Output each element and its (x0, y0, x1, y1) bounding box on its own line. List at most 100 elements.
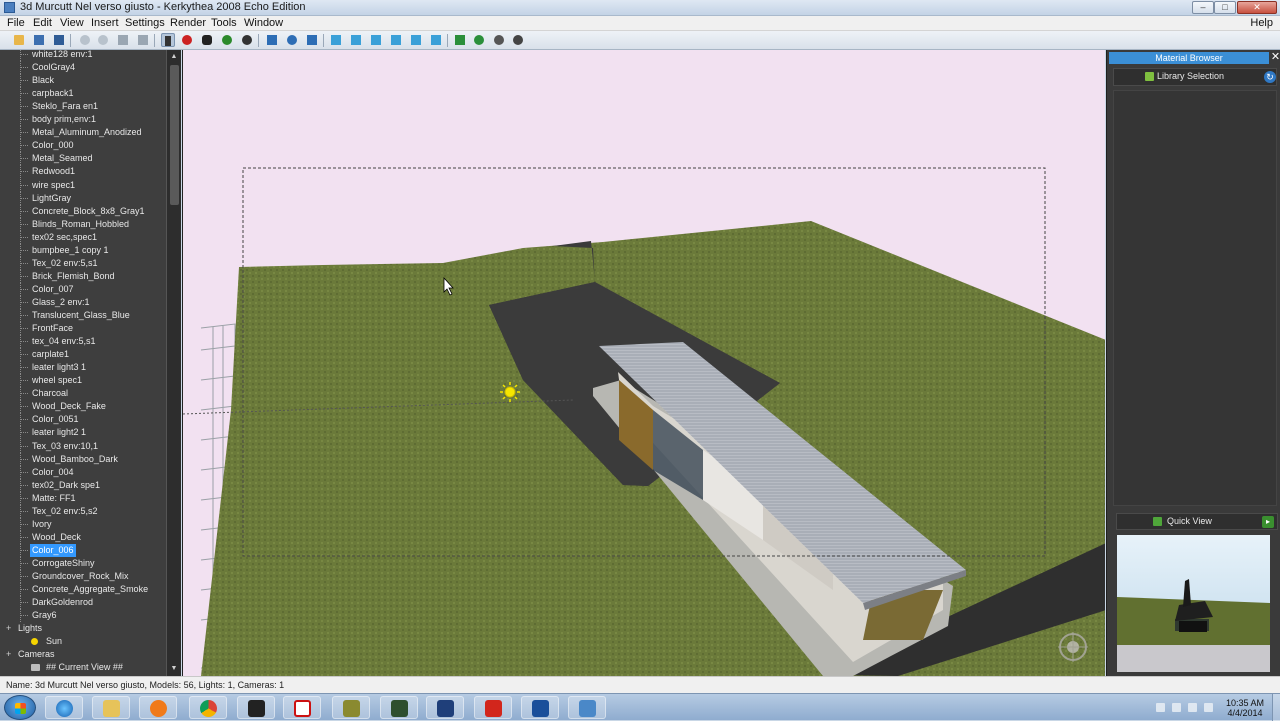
scroll-down-arrow-icon[interactable]: ▼ (169, 664, 179, 674)
internet-explorer-icon[interactable] (45, 696, 83, 719)
material-item[interactable]: wheel spec1 (0, 374, 166, 387)
cut-icon[interactable] (116, 33, 130, 47)
material-item-label[interactable]: Concrete_Aggregate_Smoke (30, 583, 150, 596)
material-item-label[interactable]: carplate1 (30, 348, 71, 361)
material-item[interactable]: DarkGoldenrod (0, 596, 166, 609)
material-item[interactable]: Concrete_Block_8x8_Gray1 (0, 205, 166, 218)
material-item-label[interactable]: LightGray (30, 192, 73, 205)
material-item[interactable]: tex02_Dark spe1 (0, 479, 166, 492)
material-item-label[interactable]: Steklo_Fara en1 (30, 100, 100, 113)
material-item-label[interactable]: Black (30, 74, 56, 87)
ebook-icon[interactable] (380, 696, 418, 719)
material-item-label[interactable]: tex_04 env:5,s1 (30, 335, 98, 348)
material-item[interactable]: Color_000 (0, 139, 166, 152)
sketchup-icon[interactable] (474, 696, 512, 719)
material-item[interactable]: Tex_02 env:5,s2 (0, 505, 166, 518)
material-item[interactable]: carplate1 (0, 348, 166, 361)
material-item[interactable]: Black (0, 74, 166, 87)
material-item[interactable]: wire spec1 (0, 179, 166, 192)
minimize-button[interactable]: – (1192, 1, 1214, 14)
copy-icon[interactable] (136, 33, 150, 47)
material-item[interactable]: leater light3 1 (0, 361, 166, 374)
material-item-label[interactable]: wheel spec1 (30, 374, 84, 387)
material-item-label[interactable]: Brick_Flemish_Bond (30, 270, 117, 283)
material-item-label[interactable]: Matte: FF1 (30, 492, 78, 505)
open-icon[interactable] (12, 33, 26, 47)
tree-group-cameras[interactable]: + Cameras (0, 648, 166, 661)
menu-insert[interactable]: Insert (91, 17, 119, 29)
camera-item-label[interactable]: ## Current View ## (44, 661, 125, 674)
material-item-label[interactable]: Redwood1 (30, 165, 77, 178)
tree-scrollbar[interactable]: ▲ ▼ (166, 50, 181, 676)
menu-help[interactable]: Help (1250, 17, 1273, 29)
material-item[interactable]: Groundcover_Rock_Mix (0, 570, 166, 583)
menu-edit[interactable]: Edit (33, 17, 52, 29)
gear-icon[interactable] (492, 33, 506, 47)
material-item-label[interactable]: Ivory (30, 518, 54, 531)
material-item[interactable]: Color_004 (0, 466, 166, 479)
material-item-label[interactable]: Metal_Seamed (30, 152, 95, 165)
material-library-area[interactable] (1113, 90, 1277, 506)
material-item-label[interactable]: Color_0051 (30, 413, 81, 426)
media-player-icon[interactable] (139, 696, 177, 719)
material-item[interactable]: FrontFace (0, 322, 166, 335)
material-item-label[interactable]: Tex_02 env:5,s2 (30, 505, 100, 518)
material-item-label[interactable]: tex02 sec,spec1 (30, 231, 99, 244)
light-item[interactable]: Sun (0, 635, 166, 648)
select-icon[interactable] (161, 33, 175, 47)
maximize-button[interactable]: □ (1214, 1, 1236, 14)
flag-icon[interactable] (1204, 703, 1213, 712)
cube-right-icon[interactable] (429, 33, 443, 47)
material-item-label[interactable]: wire spec1 (30, 179, 77, 192)
home-icon[interactable] (265, 33, 279, 47)
material-icon[interactable] (472, 33, 486, 47)
material-item-label[interactable]: FrontFace (30, 322, 75, 335)
camera-item[interactable]: ## Current View ## (0, 661, 166, 674)
material-item[interactable]: Wood_Deck (0, 531, 166, 544)
material-item-label[interactable]: Wood_Bamboo_Dark (30, 453, 120, 466)
tree-group-cameras-label[interactable]: Cameras (16, 648, 57, 661)
material-item-label[interactable]: carpback1 (30, 87, 76, 100)
menu-view[interactable]: View (60, 17, 84, 29)
material-item[interactable]: Redwood1 (0, 165, 166, 178)
material-item-label[interactable]: Wood_Deck_Fake (30, 400, 108, 413)
material-item-label[interactable]: leater light3 1 (30, 361, 88, 374)
material-item[interactable]: Color_0051 (0, 413, 166, 426)
menu-window[interactable]: Window (244, 17, 283, 29)
autocad-icon[interactable] (426, 696, 464, 719)
expand-toggle-icon[interactable]: + (6, 648, 11, 661)
cube-bottom-icon[interactable] (389, 33, 403, 47)
material-item-label[interactable]: Tex_03 env:10,1 (30, 440, 100, 453)
material-item[interactable]: LightGray (0, 192, 166, 205)
sphere-icon[interactable] (511, 33, 525, 47)
material-item[interactable]: Metal_Seamed (0, 152, 166, 165)
material-item[interactable]: Steklo_Fara en1 (0, 100, 166, 113)
sketchup-ext-icon[interactable] (332, 696, 370, 719)
material-item[interactable]: Brick_Flemish_Bond (0, 270, 166, 283)
menu-file[interactable]: File (7, 17, 25, 29)
save-icon[interactable] (32, 33, 46, 47)
tree-group-lights-label[interactable]: Lights (16, 622, 44, 635)
material-item[interactable]: Color_007 (0, 283, 166, 296)
kerkythea-icon[interactable] (521, 696, 559, 719)
camera-icon[interactable] (305, 33, 319, 47)
material-item-label[interactable]: Concrete_Block_8x8_Gray1 (30, 205, 147, 218)
expand-toggle-icon[interactable]: + (6, 622, 11, 635)
material-item-label[interactable]: Color_007 (30, 283, 76, 296)
library-selection-label[interactable]: Library Selection (1157, 71, 1224, 81)
material-item-label[interactable]: leater light2 1 (30, 426, 88, 439)
inkscape-icon[interactable] (237, 696, 275, 719)
cube-back-icon[interactable] (349, 33, 363, 47)
redo-icon[interactable] (96, 33, 110, 47)
cube-left-icon[interactable] (409, 33, 423, 47)
cube-front-icon[interactable] (329, 33, 343, 47)
tree-group-lights[interactable]: + Lights (0, 622, 166, 635)
material-item-label[interactable]: Groundcover_Rock_Mix (30, 570, 131, 583)
refresh-icon[interactable]: ↻ (1264, 71, 1276, 83)
show-desktop-button[interactable] (1272, 694, 1280, 721)
scroll-up-arrow-icon[interactable]: ▲ (169, 52, 179, 62)
material-item[interactable]: Wood_Deck_Fake (0, 400, 166, 413)
start-button[interactable] (4, 695, 36, 720)
material-item[interactable]: Ivory (0, 518, 166, 531)
material-item[interactable]: Metal_Aluminum_Anodized (0, 126, 166, 139)
